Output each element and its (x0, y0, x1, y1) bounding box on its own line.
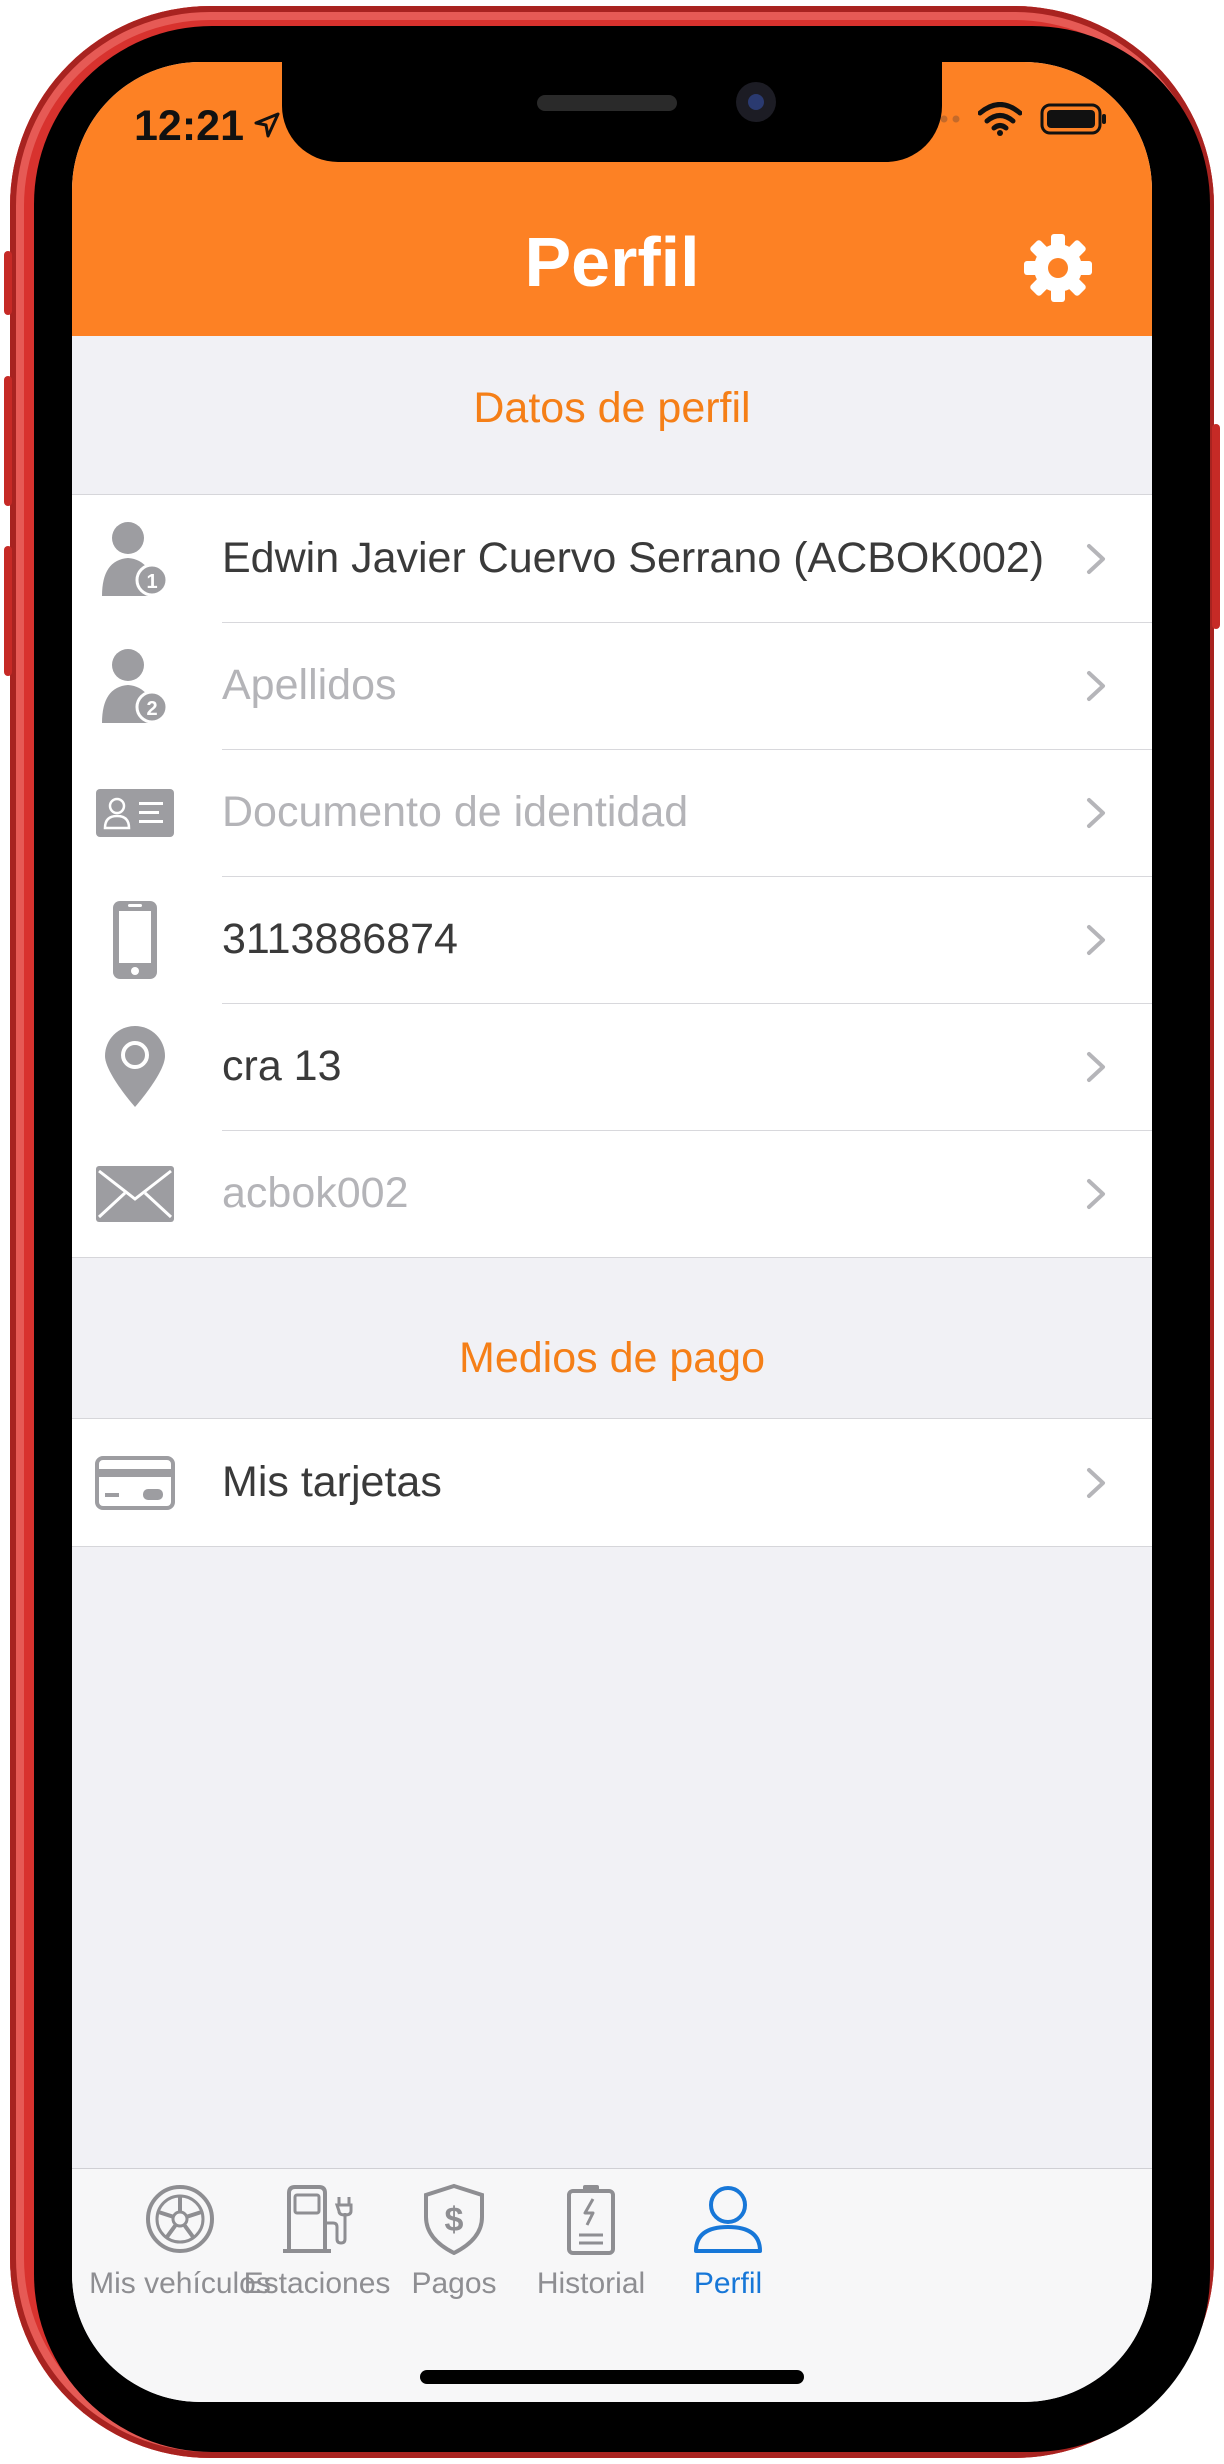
list-item-id-document[interactable]: Documento de identidad (72, 749, 1152, 876)
notch (282, 62, 942, 162)
page-title: Perfil (524, 223, 700, 301)
chevron-right-icon (1087, 1468, 1105, 1498)
person-icon (694, 2186, 762, 2253)
list-item-surnames[interactable]: 2 Apellidos (72, 622, 1152, 749)
front-camera (736, 82, 776, 122)
tab-bar: Mis vehículos Estaciones $ Pagos Histori… (72, 2168, 1152, 2402)
payment-list: Mis tarjetas (72, 1418, 1152, 1547)
wheel-icon (146, 2185, 214, 2253)
mute-switch (4, 251, 12, 315)
chevron-right-icon (1087, 544, 1105, 574)
list-item-email[interactable]: acbok002 (72, 1130, 1152, 1257)
address-value: cra 13 (222, 1042, 342, 1090)
home-indicator[interactable] (420, 2370, 804, 2384)
speaker-grille (537, 95, 677, 111)
list-item-phone[interactable]: 3113886874 (72, 876, 1152, 1003)
my-cards-label: Mis tarjetas (222, 1458, 442, 1506)
location-arrow-icon (254, 112, 280, 138)
chevron-right-icon (1087, 1052, 1105, 1082)
list-item-address[interactable]: cra 13 (72, 1003, 1152, 1130)
phone-value: 3113886874 (222, 915, 458, 963)
user-2-icon: 2 (94, 622, 176, 749)
list-item-my-cards[interactable]: Mis tarjetas (72, 1419, 1152, 1546)
svg-text:2: 2 (146, 698, 157, 720)
chevron-right-icon (1087, 925, 1105, 955)
credit-card-icon (94, 1419, 176, 1546)
id-card-icon (94, 749, 176, 876)
chevron-right-icon (1087, 671, 1105, 701)
email-value: acbok002 (222, 1169, 409, 1217)
gear-icon[interactable] (1022, 232, 1094, 304)
envelope-icon (94, 1130, 176, 1257)
list-item-name[interactable]: 1 Edwin Javier Cuervo Serrano (ACBOK002) (72, 495, 1152, 622)
volume-up-button (4, 376, 12, 506)
location-pin-icon (94, 1003, 176, 1130)
tab-label: Perfil (693, 2267, 763, 2300)
profile-list: 1 Edwin Javier Cuervo Serrano (ACBOK002)… (72, 494, 1152, 1258)
chevron-right-icon (1087, 798, 1105, 828)
svg-text:1: 1 (146, 571, 157, 593)
dollar-shield-icon: $ (424, 2183, 484, 2255)
surnames-placeholder: Apellidos (222, 661, 397, 709)
name-value: Edwin Javier Cuervo Serrano (ACBOK002) (222, 534, 1045, 582)
app-screen: 12:21 Perfil Datos de perfil 1 Edwin Jav… (72, 62, 1152, 2402)
svg-text:$: $ (445, 2201, 464, 2239)
charging-station-icon (283, 2185, 353, 2253)
user-1-icon: 1 (94, 495, 176, 622)
payment-section-title: Medios de pago (459, 1334, 765, 1382)
status-indicators (916, 102, 1108, 136)
battery-icon (1040, 103, 1106, 135)
phone-icon (94, 876, 176, 1003)
volume-down-button (4, 546, 12, 676)
status-time: 12:21 (134, 102, 244, 150)
chevron-right-icon (1087, 1179, 1105, 1209)
tab-perfil[interactable]: Perfil (620, 2169, 836, 2319)
profile-section-title: Datos de perfil (473, 384, 751, 432)
power-button (1212, 424, 1220, 629)
id-document-placeholder: Documento de identidad (222, 788, 689, 836)
wifi-icon (978, 102, 1022, 136)
battery-history-icon (567, 2185, 615, 2255)
